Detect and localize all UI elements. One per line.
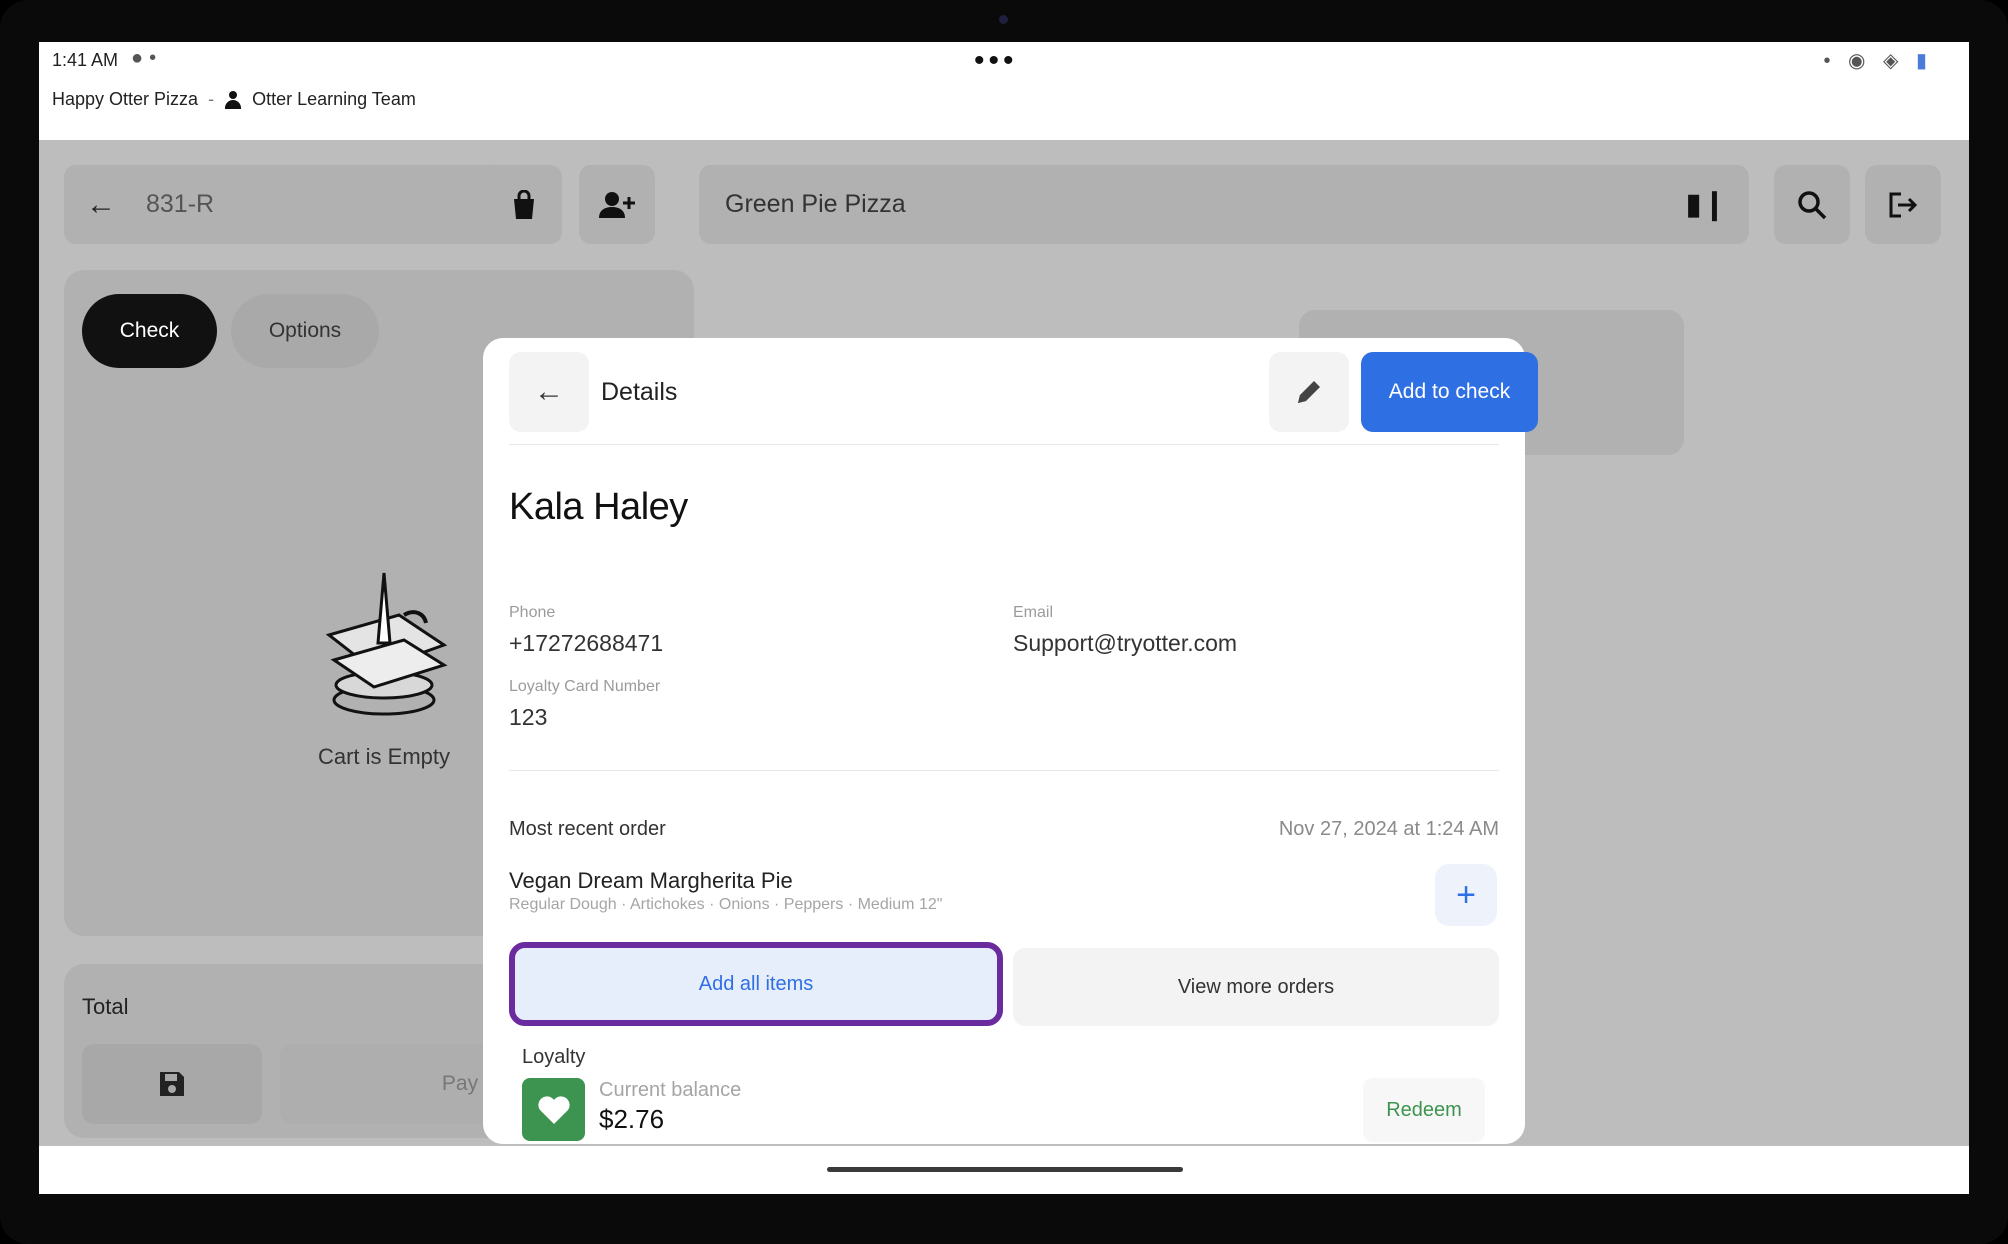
modal-title: Details: [601, 378, 678, 406]
battery-icon: ▮: [1915, 50, 1933, 72]
customer-name: Kala Haley: [509, 486, 688, 528]
back-arrow-icon: ←: [534, 375, 564, 408]
save-button[interactable]: [82, 1044, 262, 1124]
redeem-button[interactable]: Redeem: [1363, 1078, 1485, 1142]
camera-dot: [999, 15, 1008, 24]
modal-back-button[interactable]: ←: [509, 352, 589, 432]
loyalty-card-label: Loyalty Card Number: [509, 678, 661, 695]
save-icon: [160, 1072, 184, 1096]
phone-value: +17272688471: [509, 630, 664, 656]
cart-empty-text: Cart is Empty: [317, 744, 451, 769]
loyalty-title: Loyalty: [522, 1046, 586, 1068]
add-customer-button[interactable]: [579, 165, 655, 244]
bag-button[interactable]: [486, 165, 562, 244]
search-icon: [1798, 190, 1827, 219]
edit-button[interactable]: [1269, 352, 1349, 432]
back-arrow-icon[interactable]: ←: [64, 188, 138, 222]
add-to-check-button[interactable]: Add to check: [1361, 352, 1538, 432]
search-button[interactable]: [1774, 165, 1850, 244]
home-indicator[interactable]: [827, 1167, 1183, 1172]
order-code: 831-R: [146, 190, 215, 218]
system-status-icons: • ◉ ◈ ▮: [1823, 50, 1933, 72]
customer-details-modal: ← Details Add to check Kala Haley Phone …: [483, 338, 1538, 1144]
modal-divider: [509, 444, 1499, 445]
more-dots-icon[interactable]: •••: [974, 44, 1018, 78]
plus-icon: +: [1456, 875, 1476, 914]
device-frame: 1:41 AM ●• ••• • ◉ ◈ ▮ Happy Otter Pizza…: [0, 0, 2008, 1244]
email-label: Email: [1013, 604, 1054, 621]
balance-value: $2.76: [599, 1104, 665, 1134]
pencil-icon: [1298, 381, 1320, 403]
order-item-name: Vegan Dream Margherita Pie: [509, 868, 793, 893]
account-header: Happy Otter Pizza - Otter Learning Team: [52, 89, 416, 110]
order-bar: ← 831-R: [64, 165, 527, 244]
total-label: Total: [82, 994, 129, 1019]
store-name: Green Pie Pizza: [725, 190, 906, 218]
add-all-items-button[interactable]: Add all items: [509, 942, 1003, 1026]
view-more-orders-button[interactable]: View more orders: [1013, 948, 1499, 1026]
store-title: Happy Otter Pizza: [52, 89, 199, 109]
notification-icons: ●•: [131, 47, 163, 69]
loyalty-card-value: 123: [509, 704, 548, 730]
status-bar: 1:41 AM ●• ••• • ◉ ◈ ▮: [39, 42, 1969, 80]
pos-app-dimmed: ← 831-R Green Pie Pizza ▮❙ Check Options…: [39, 140, 1969, 1146]
kiosk-icon[interactable]: ▮❙: [1685, 187, 1727, 222]
team-name: Otter Learning Team: [252, 89, 416, 109]
user-icon: [224, 90, 242, 109]
tab-check[interactable]: Check: [82, 294, 217, 368]
add-user-icon: [599, 191, 635, 218]
bag-icon: [514, 189, 534, 219]
recent-order-date: Nov 27, 2024 at 1:24 AM: [1278, 818, 1499, 840]
header-separator: -: [208, 89, 215, 109]
add-item-button[interactable]: +: [1435, 864, 1497, 926]
screen: 1:41 AM ●• ••• • ◉ ◈ ▮ Happy Otter Pizza…: [39, 42, 1969, 1194]
loyalty-badge: [522, 1078, 585, 1141]
order-item-modifiers: Regular Dough · Artichokes · Onions · Pe…: [509, 896, 943, 913]
store-bar: Green Pie Pizza ▮❙: [699, 165, 1749, 244]
modal-divider: [509, 770, 1499, 771]
heart-icon: [537, 1095, 570, 1124]
email-value: Support@tryotter.com: [1013, 630, 1238, 656]
balance-label: Current balance: [599, 1079, 742, 1101]
empty-cart-illustration: [325, 572, 448, 716]
recent-order-label: Most recent order: [509, 818, 666, 840]
logout-icon: [1889, 192, 1918, 217]
tab-options[interactable]: Options: [231, 294, 379, 368]
phone-label: Phone: [509, 604, 556, 621]
status-time: 1:41 AM: [52, 50, 119, 70]
logout-button[interactable]: [1865, 165, 1941, 244]
